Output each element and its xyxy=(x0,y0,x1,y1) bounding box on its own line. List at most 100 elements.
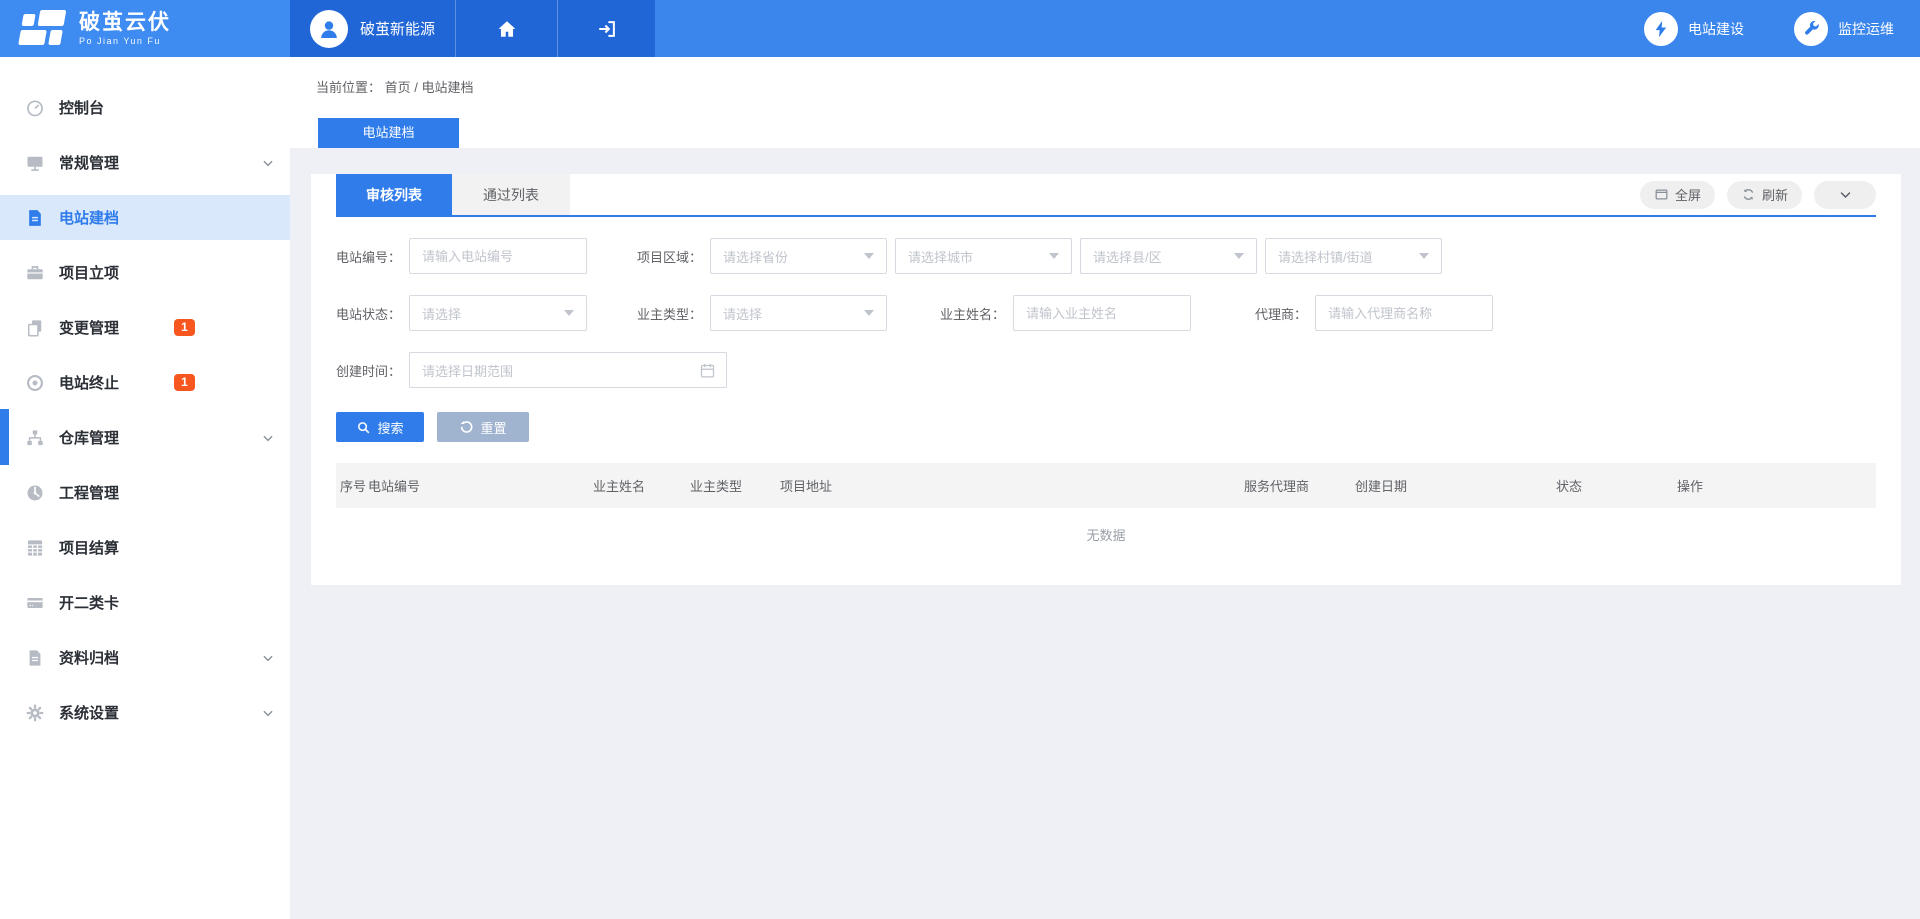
city-select[interactable]: 请选择城市 xyxy=(895,238,1072,274)
logout-icon xyxy=(596,18,618,40)
owner-type-label: 业主类型： xyxy=(637,304,702,323)
search-button[interactable]: 搜索 xyxy=(336,412,424,442)
station-termination-badge: 1 xyxy=(174,374,195,391)
reset-button[interactable]: 重置 xyxy=(437,412,529,442)
chevron-down-icon xyxy=(261,431,275,445)
sidebar-item-type2-card[interactable]: 开二类卡 xyxy=(0,580,290,625)
calendar-icon xyxy=(699,362,716,379)
brand-subtitle: Po Jian Yun Fu xyxy=(79,37,171,46)
change-mgmt-badge: 1 xyxy=(174,319,195,336)
page-tab[interactable]: 电站建档 xyxy=(318,118,459,148)
tabs-row: 审核列表 通过列表 全屏 刷新 xyxy=(336,174,1876,217)
content-panel: 审核列表 通过列表 全屏 刷新 xyxy=(311,174,1901,585)
station-status-label: 电站状态： xyxy=(336,304,401,323)
caret-down-icon xyxy=(564,310,574,316)
breadcrumb-current: 电站建档 xyxy=(422,80,474,95)
briefcase-icon xyxy=(25,263,45,283)
document-icon xyxy=(25,208,45,228)
card-icon xyxy=(25,593,45,613)
sidebar-item-system-settings[interactable]: 系统设置 xyxy=(0,690,290,735)
sidebar-item-warehouse-mgmt[interactable]: 仓库管理 xyxy=(0,415,290,460)
col-address: 项目地址 xyxy=(780,476,1244,495)
date-range-picker[interactable]: 请选择日期范围 xyxy=(409,352,727,388)
fullscreen-button[interactable]: 全屏 xyxy=(1640,181,1715,209)
caret-down-icon xyxy=(1419,253,1429,259)
pages-icon xyxy=(25,318,45,338)
chevron-down-icon xyxy=(261,651,275,665)
archive-icon xyxy=(25,648,45,668)
sitemap-icon xyxy=(25,428,45,448)
target-icon xyxy=(25,373,45,393)
breadcrumb: 当前位置： 首页 / 电站建档 xyxy=(290,57,1920,96)
breadcrumb-home[interactable]: 首页 xyxy=(385,80,411,95)
col-index: 序号 xyxy=(336,476,368,495)
tab-passed-list[interactable]: 通过列表 xyxy=(452,174,570,215)
home-button[interactable] xyxy=(455,0,557,57)
chevron-down-icon xyxy=(261,156,275,170)
monitor-icon xyxy=(25,153,45,173)
gear-icon xyxy=(25,703,45,723)
col-station-no: 电站编号 xyxy=(368,476,593,495)
agent-label: 代理商： xyxy=(1255,304,1307,323)
sidebar-item-station-archive[interactable]: 电站建档 xyxy=(0,195,290,240)
station-no-input[interactable] xyxy=(409,238,587,274)
sidebar-item-console[interactable]: 控制台 xyxy=(0,85,290,130)
owner-name-label: 业主姓名： xyxy=(940,304,1005,323)
gauge-icon xyxy=(25,483,45,503)
lightning-icon xyxy=(1644,12,1678,46)
logout-button[interactable] xyxy=(557,0,655,57)
main-area: 当前位置： 首页 / 电站建档 电站建档 审核列表 通过列表 全屏 xyxy=(290,57,1920,919)
sidebar-item-general-mgmt[interactable]: 常规管理 xyxy=(0,140,290,185)
refresh-button[interactable]: 刷新 xyxy=(1727,181,1802,209)
station-no-label: 电站编号： xyxy=(336,247,401,266)
town-select[interactable]: 请选择村镇/街道 xyxy=(1265,238,1442,274)
owner-name-input[interactable] xyxy=(1013,295,1191,331)
topstrip: 当前位置： 首页 / 电站建档 电站建档 xyxy=(290,57,1920,148)
data-table: 序号 电站编号 业主姓名 业主类型 项目地址 服务代理商 创建日期 状态 操作 … xyxy=(336,463,1876,563)
empty-state: 无数据 xyxy=(336,508,1876,563)
calculator-icon xyxy=(25,538,45,558)
dashboard-icon xyxy=(25,98,45,118)
filter-form: 电站编号： 项目区域： 请选择省份 请选择城市 请选择县/区 xyxy=(336,238,1876,388)
avatar xyxy=(310,10,348,48)
company-name: 破茧新能源 xyxy=(360,18,435,39)
caret-down-icon xyxy=(864,253,874,259)
col-agent: 服务代理商 xyxy=(1244,476,1355,495)
province-select[interactable]: 请选择省份 xyxy=(710,238,887,274)
nav-station-build[interactable]: 电站建设 xyxy=(1644,12,1744,46)
table-header-row: 序号 电站编号 业主姓名 业主类型 项目地址 服务代理商 创建日期 状态 操作 xyxy=(336,463,1876,508)
caret-down-icon xyxy=(864,310,874,316)
county-select[interactable]: 请选择县/区 xyxy=(1080,238,1257,274)
sidebar-item-station-termination[interactable]: 电站终止 1 xyxy=(0,360,290,405)
sidebar-scrollbar[interactable] xyxy=(0,409,9,465)
col-status: 状态 xyxy=(1556,476,1677,495)
collapse-button[interactable] xyxy=(1814,181,1876,209)
search-icon xyxy=(356,420,371,435)
brand-logo[interactable]: 破茧云伏 Po Jian Yun Fu xyxy=(0,0,290,57)
home-icon xyxy=(496,18,518,40)
wrench-icon xyxy=(1794,12,1828,46)
sidebar-item-data-archive[interactable]: 资料归档 xyxy=(0,635,290,680)
current-user[interactable]: 破茧新能源 xyxy=(290,0,455,57)
nav-monitor-ops-label: 监控运维 xyxy=(1838,19,1894,39)
nav-monitor-ops[interactable]: 监控运维 xyxy=(1794,12,1894,46)
sidebar: 控制台 常规管理 电站建档 项目立项 变更管理 1 电站终止 1 xyxy=(0,57,290,919)
col-created: 创建日期 xyxy=(1355,476,1556,495)
region-label: 项目区域： xyxy=(637,247,702,266)
col-owner-type: 业主类型 xyxy=(690,476,780,495)
station-status-select[interactable]: 请选择 xyxy=(409,295,587,331)
brand-logo-icon xyxy=(17,10,70,48)
agent-input[interactable] xyxy=(1315,295,1493,331)
sidebar-item-engineering-mgmt[interactable]: 工程管理 xyxy=(0,470,290,515)
caret-down-icon xyxy=(1234,253,1244,259)
sidebar-item-project-initiation[interactable]: 项目立项 xyxy=(0,250,290,295)
fullscreen-icon xyxy=(1654,187,1669,202)
sidebar-item-change-mgmt[interactable]: 变更管理 1 xyxy=(0,305,290,350)
brand-name: 破茧云伏 xyxy=(79,12,171,33)
breadcrumb-separator: / xyxy=(414,80,421,95)
owner-type-select[interactable]: 请选择 xyxy=(710,295,887,331)
tab-review-list[interactable]: 审核列表 xyxy=(336,174,452,215)
sidebar-item-project-settlement[interactable]: 项目结算 xyxy=(0,525,290,570)
chevron-down-icon xyxy=(261,706,275,720)
user-icon xyxy=(317,17,341,41)
